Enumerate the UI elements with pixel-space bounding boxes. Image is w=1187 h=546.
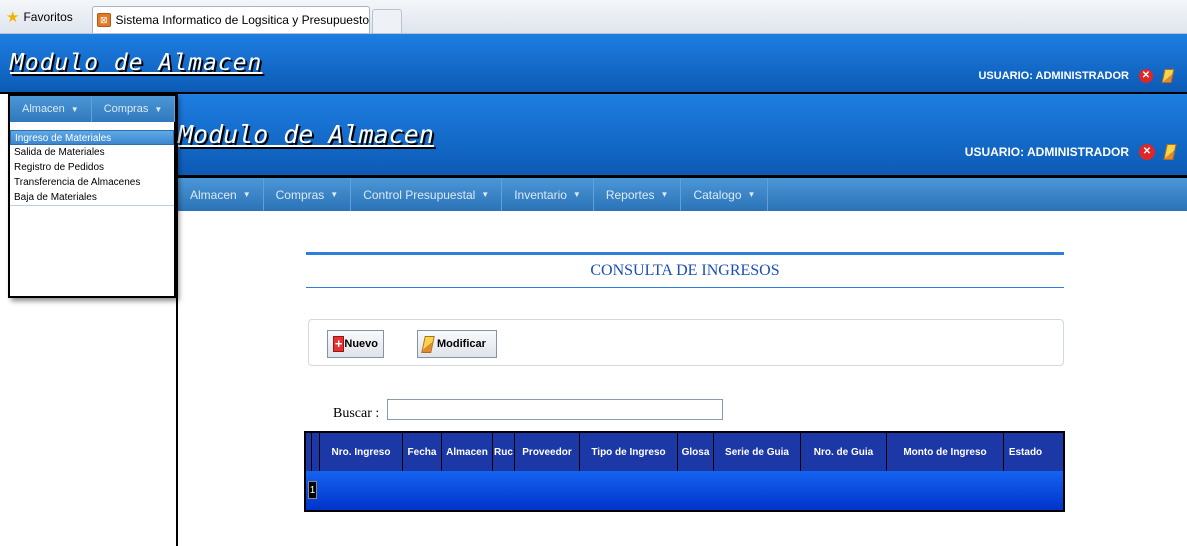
main-navbar: Almacen ▼ Compras ▼ Control Presupuestal ▼ … (178, 178, 1187, 211)
grid-col-estado[interactable]: Estado (1004, 433, 1047, 471)
nav-compras[interactable]: Compras ▼ (264, 178, 352, 211)
nav-inventario[interactable]: Inventario ▼ (502, 178, 594, 211)
left-dropdown-panel: Almacen ▼ Compras ▼ Ingreso de Materiales … (8, 94, 176, 298)
chevron-down-icon: ▼ (242, 190, 251, 199)
chevron-down-icon: ▼ (572, 190, 581, 199)
outer-user-label: USUARIO: ADMINISTRADOR (978, 70, 1129, 82)
browser-tab[interactable]: ⊠ Sistema Informatico de Logsitica y Pre… (92, 6, 370, 33)
page-favicon-icon: ⊠ (97, 13, 111, 27)
chevron-down-icon: ▼ (70, 104, 79, 114)
search-input[interactable] (387, 399, 723, 420)
chevron-down-icon: ▼ (660, 190, 669, 199)
outer-user-area: USUARIO: ADMINISTRADOR ✕ (978, 69, 1175, 83)
left-menubar: Almacen ▼ Compras ▼ (10, 96, 176, 122)
inner-page-title: Modulo de Almacen (178, 120, 434, 149)
logout-icon[interactable]: ✕ (1139, 144, 1155, 160)
menu-label: Almacen (22, 103, 65, 115)
action-panel: + Nuevo Modificar (308, 319, 1064, 366)
nav-label: Almacen (190, 187, 237, 202)
section-divider (306, 252, 1064, 255)
nav-label: Compras (275, 187, 325, 202)
inner-user-area: USUARIO: ADMINISTRADOR ✕ (964, 144, 1177, 160)
nav-almacen[interactable]: Almacen ▼ (178, 178, 264, 211)
edit-icon (421, 335, 435, 353)
grid-header-spacer (312, 433, 320, 471)
add-icon: + (333, 336, 345, 352)
screen: ★ Favoritos ⊠ Sistema Informatico de Log… (0, 0, 1187, 546)
chevron-down-icon: ▼ (481, 190, 490, 199)
menu-item-baja-materiales[interactable]: Baja de Materiales (10, 190, 174, 205)
nav-control-presupuestal[interactable]: Control Presupuestal ▼ (351, 178, 503, 211)
star-icon: ★ (6, 8, 20, 26)
inner-app-frame: Modulo de Almacen USUARIO: ADMINISTRADOR… (176, 94, 1187, 546)
inner-user-label: USUARIO: ADMINISTRADOR (964, 145, 1129, 159)
modificar-button[interactable]: Modificar (417, 330, 497, 358)
grid-col-nro-guia[interactable]: Nro. de Guia (801, 433, 887, 471)
almacen-dropdown-list: Ingreso de Materiales Salida de Material… (10, 130, 174, 206)
grid-col-ruc[interactable]: Ruc (493, 433, 515, 471)
nav-catalogo[interactable]: Catalogo ▼ (681, 178, 769, 211)
section-divider (306, 287, 1064, 288)
nav-label: Inventario (514, 187, 567, 202)
grid-col-glosa[interactable]: Glosa (678, 433, 714, 471)
ingresos-grid: Nro. Ingreso Fecha Almacen Ruc Proveedor… (304, 431, 1065, 512)
chevron-down-icon: ▼ (747, 190, 756, 199)
nav-label: Reportes (605, 187, 655, 202)
left-menu-compras[interactable]: Compras ▼ (92, 96, 176, 122)
browser-tab-bar: ★ Favoritos ⊠ Sistema Informatico de Log… (0, 0, 1187, 34)
nav-label: Control Presupuestal (363, 187, 476, 202)
favorites-button[interactable]: ★ Favoritos (6, 8, 73, 26)
section-title: CONSULTA DE INGRESOS (590, 262, 780, 279)
grid-col-monto-ingreso[interactable]: Monto de Ingreso (887, 433, 1004, 471)
inner-header: Modulo de Almacen USUARIO: ADMINISTRADOR… (178, 94, 1187, 178)
grid-pager-page[interactable]: 1 (308, 481, 317, 499)
chevron-down-icon: ▼ (154, 104, 163, 114)
menu-label: Compras (103, 103, 149, 115)
left-menu-almacen[interactable]: Almacen ▼ (10, 96, 92, 122)
modificar-button-label: Modificar (437, 338, 486, 350)
grid-col-proveedor[interactable]: Proveedor (515, 433, 580, 471)
nav-reportes[interactable]: Reportes ▼ (594, 178, 682, 211)
grid-body: 1 (306, 471, 1063, 510)
edit-profile-icon[interactable] (1163, 144, 1177, 160)
nuevo-button-label: Nuevo (344, 338, 378, 350)
browser-tab-title: Sistema Informatico de Logsitica y Presu… (115, 13, 369, 27)
grid-col-almacen[interactable]: Almacen (442, 433, 493, 471)
menu-item-registro-pedidos[interactable]: Registro de Pedidos (10, 160, 174, 175)
grid-header-row: Nro. Ingreso Fecha Almacen Ruc Proveedor… (306, 433, 1063, 471)
edit-profile-icon[interactable] (1161, 69, 1175, 83)
grid-col-serie-guia[interactable]: Serie de Guia (714, 433, 801, 471)
new-tab-button[interactable] (372, 9, 402, 33)
menu-item-transferencia-almacenes[interactable]: Transferencia de Almacenes (10, 175, 174, 190)
nav-label: Catalogo (693, 187, 742, 202)
outer-page-title: Modulo de Almacen (10, 50, 263, 76)
chevron-down-icon: ▼ (330, 190, 339, 199)
favorites-label: Favoritos (23, 10, 73, 24)
grid-col-nro-ingreso[interactable]: Nro. Ingreso (320, 433, 403, 471)
search-label: Buscar : (333, 406, 380, 421)
menu-item-ingreso-materiales[interactable]: Ingreso de Materiales (10, 130, 174, 145)
grid-col-fecha[interactable]: Fecha (403, 433, 442, 471)
nuevo-button[interactable]: + Nuevo (327, 330, 384, 358)
outer-header: Modulo de Almacen USUARIO: ADMINISTRADOR… (0, 34, 1187, 94)
menu-item-salida-materiales[interactable]: Salida de Materiales (10, 145, 174, 160)
grid-col-tipo-ingreso[interactable]: Tipo de Ingreso (580, 433, 678, 471)
logout-icon[interactable]: ✕ (1139, 69, 1153, 83)
